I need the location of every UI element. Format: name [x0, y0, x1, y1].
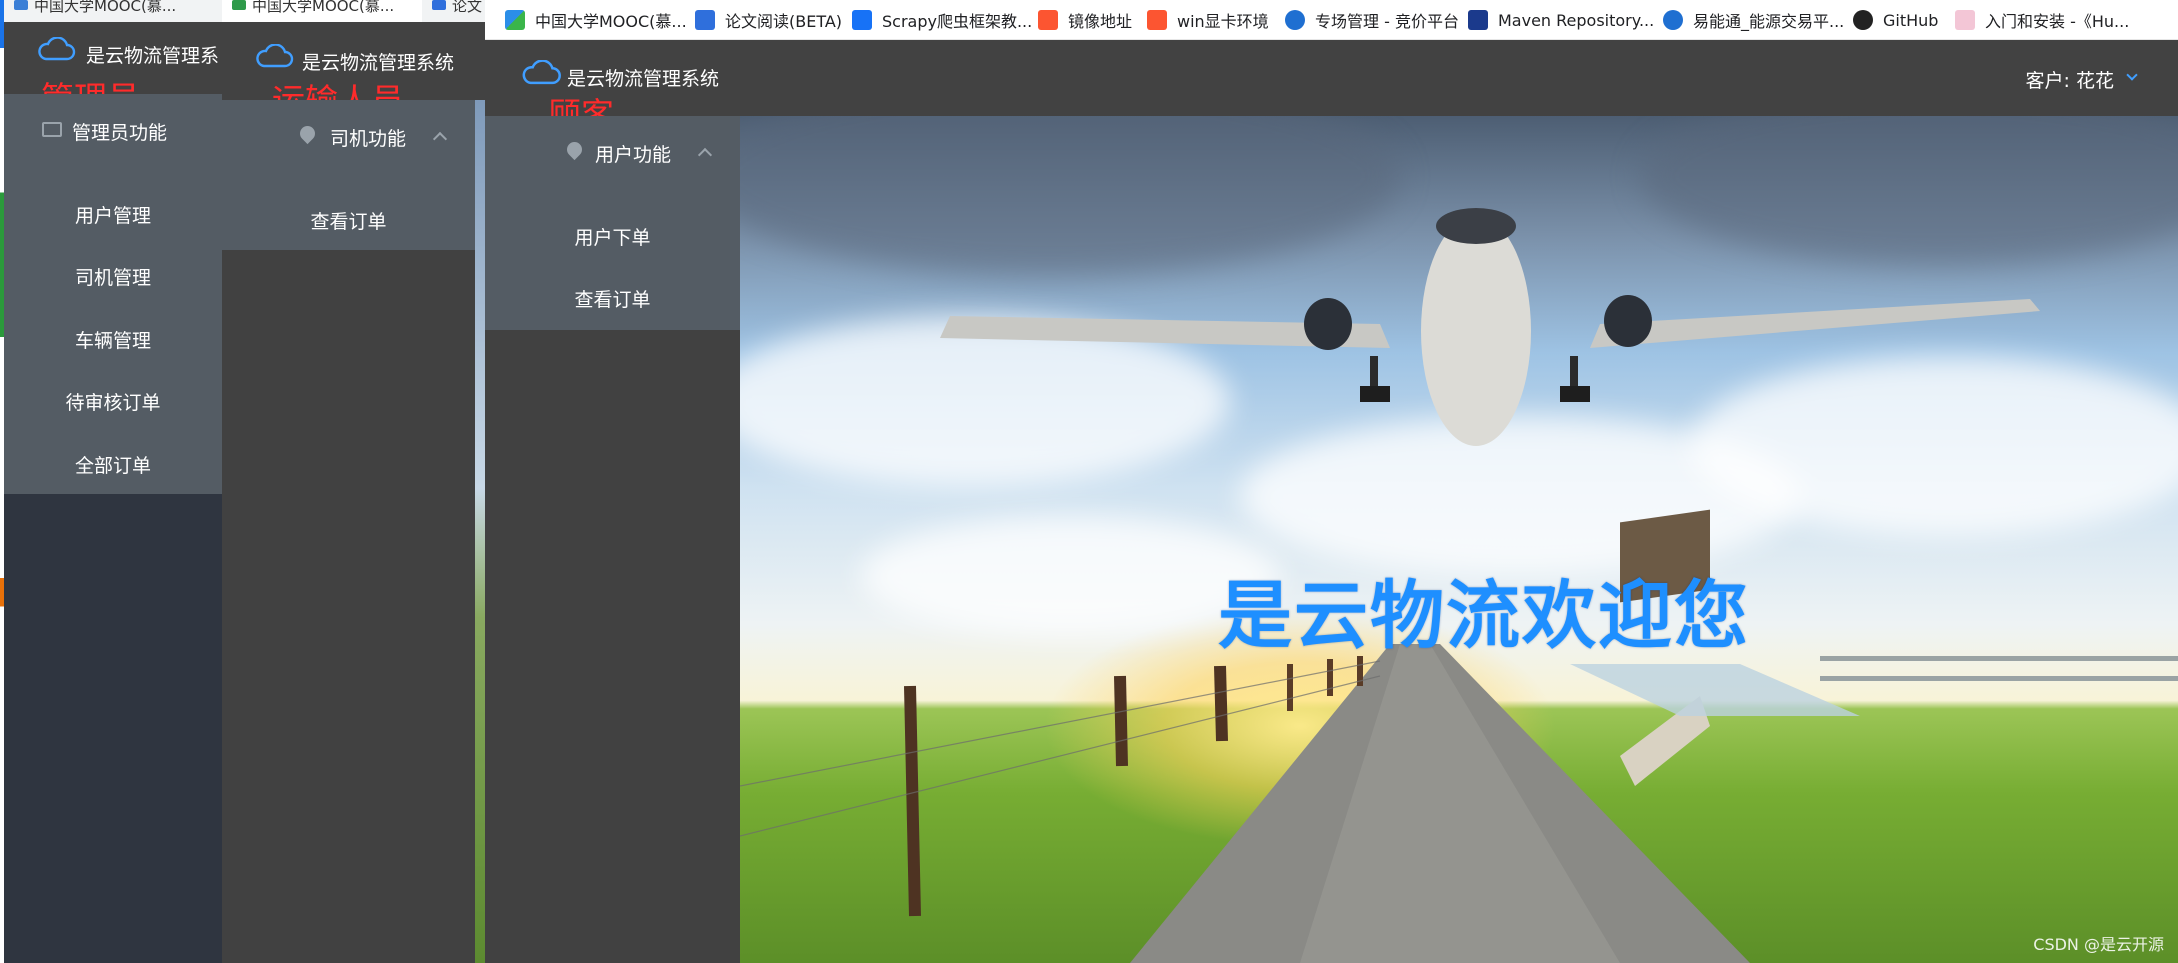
admin-menu: 管理员功能 用户管理 司机管理 车辆管理 待审核订单 全部订单	[4, 94, 222, 494]
customer-menu-title[interactable]: 用户功能	[563, 138, 672, 167]
admin-menu-item-pending-orders[interactable]: 待审核订单	[4, 388, 222, 415]
bookmark-scrapy[interactable]: Scrapy爬虫框架教...	[852, 0, 1032, 40]
driver-menu-title-text: 司机功能	[330, 128, 407, 150]
driver-content-edge	[475, 100, 485, 963]
admin-menu-item-users[interactable]: 用户管理	[4, 201, 222, 228]
bookmark-bidding[interactable]: 专场管理 - 竞价平台	[1285, 0, 1459, 40]
bookmarks-bar: 中国大学MOOC(慕... 论文阅读(BETA) Scrapy爬虫框架教... …	[485, 0, 2178, 40]
admin-menu-title[interactable]: 管理员功能	[42, 118, 168, 145]
bookmark-github[interactable]: GitHub	[1853, 0, 1938, 40]
bookmark-mooc[interactable]: 中国大学MOOC(慕...	[505, 0, 687, 40]
cloud-logo-icon	[256, 44, 294, 68]
customer-menu-item-place-order[interactable]: 用户下单	[485, 223, 740, 250]
driver-tab-strip: 中国大学MOOC(慕... 论文	[222, 0, 485, 22]
bookmark-getting-started[interactable]: 入门和安装 -《Hu...	[1955, 0, 2129, 40]
bookmark-paper-reading[interactable]: 论文阅读(BETA)	[695, 0, 842, 40]
admin-menu-title-text: 管理员功能	[72, 122, 168, 144]
location-pin-icon	[296, 122, 319, 145]
admin-tab-strip: 中国大学MOOC(慕...	[4, 0, 222, 22]
customer-brand-text: 是云物流管理系统	[567, 68, 720, 90]
admin-brand: 是云物流管理系	[36, 37, 222, 67]
csdn-icon	[1147, 10, 1167, 30]
customer-sidebar: 用户功能 用户下单 查看订单	[485, 116, 740, 963]
bookmark-win-gpu[interactable]: win显卡环境	[1147, 0, 1269, 40]
admin-menu-item-drivers[interactable]: 司机管理	[4, 263, 222, 290]
user-label: 客户:	[2025, 70, 2070, 92]
mooc-icon	[505, 10, 525, 30]
maven-icon	[1468, 10, 1488, 30]
location-pin-icon	[563, 138, 586, 161]
mooc-icon	[14, 0, 28, 10]
chevron-down-icon	[2126, 69, 2138, 81]
chevron-up-icon[interactable]	[432, 131, 448, 147]
platform-icon	[1285, 10, 1305, 30]
welcome-heading: 是云物流欢迎您	[1218, 573, 1750, 659]
admin-brand-text: 是云物流管理系	[86, 45, 220, 67]
folder-icon	[42, 122, 62, 137]
driver-brand: 是云物流管理系统	[254, 44, 484, 74]
customer-menu: 用户功能 用户下单 查看订单	[485, 116, 740, 330]
cloud-logo-icon	[522, 60, 561, 85]
mooc-icon	[232, 0, 246, 10]
driver-window: 中国大学MOOC(慕... 论文 是云物流管理系统 运输人员 司机功能 查看订单	[222, 0, 485, 963]
zhihu-icon	[852, 10, 872, 30]
driver-brand-text: 是云物流管理系统	[302, 52, 455, 74]
admin-window: 中国大学MOOC(慕... 是云物流管理系 管理员 管理员功能 用户管理 司机管…	[4, 0, 222, 963]
admin-tab[interactable]: 中国大学MOOC(慕...	[4, 0, 222, 22]
cloud-logo-icon	[38, 37, 76, 61]
user-dropdown[interactable]: 客户: 花花	[2025, 66, 2138, 93]
github-icon	[1853, 10, 1873, 30]
customer-menu-item-view-orders[interactable]: 查看订单	[485, 285, 740, 312]
customer-menu-title-text: 用户功能	[595, 144, 672, 166]
driver-menu-item-view-orders[interactable]: 查看订单	[222, 207, 475, 234]
chevron-up-icon[interactable]	[697, 147, 713, 163]
user-name: 花花	[2075, 70, 2114, 92]
hero-banner: 是云物流欢迎您 CSDN @是云开源	[740, 116, 2178, 963]
admin-menu-item-all-orders[interactable]: 全部订单	[4, 451, 222, 478]
watermark-text: CSDN @是云开源	[2033, 935, 2164, 954]
airplane-image	[940, 208, 2040, 446]
admin-menu-item-vehicles[interactable]: 车辆管理	[4, 326, 222, 353]
bookmark-energy[interactable]: 易能通_能源交易平...	[1663, 0, 1844, 40]
customer-brand: 是云物流管理系统	[520, 60, 750, 90]
customer-header: 是云物流管理系统 客户: 花花	[485, 40, 2178, 116]
driver-tab-mooc[interactable]: 中国大学MOOC(慕...	[222, 0, 422, 22]
platform-icon	[1663, 10, 1683, 30]
paper-reading-icon	[432, 0, 446, 10]
bookmark-maven[interactable]: Maven Repository...	[1468, 0, 1654, 40]
doc-icon	[1955, 10, 1975, 30]
paper-reading-icon	[695, 10, 715, 30]
driver-menu-title[interactable]: 司机功能	[296, 122, 407, 151]
csdn-icon	[1038, 10, 1058, 30]
bookmark-mirror[interactable]: 镜像地址	[1038, 0, 1132, 40]
driver-menu: 司机功能 查看订单	[222, 100, 475, 250]
driver-tab-paper[interactable]: 论文	[422, 0, 485, 22]
